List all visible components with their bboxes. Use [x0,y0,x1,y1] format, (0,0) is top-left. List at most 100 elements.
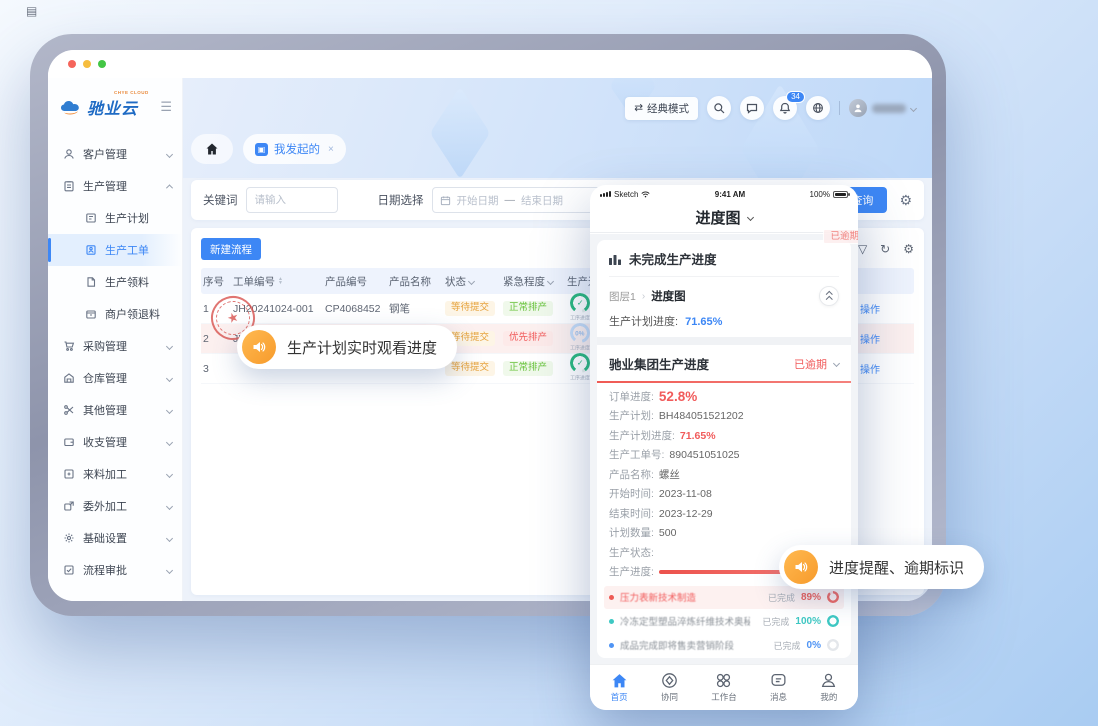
col-header: 工单编号 [233,274,275,289]
done-label: 已完成 [762,615,789,628]
action-more[interactable]: 操作 [860,301,880,316]
detail-value: 500 [659,527,677,539]
nav-workbench[interactable]: 工作台 [711,672,737,703]
sidebar-item-incoming-processing[interactable]: 来料加工 [48,458,182,490]
cell-no: 3 [201,363,231,375]
start-date-placeholder: 开始日期 [457,193,499,208]
nav-messages[interactable]: 消息 [770,672,787,703]
col-header: 产品编号 [323,274,387,289]
chevron-down-icon[interactable] [547,277,554,284]
collapse-all-button[interactable] [819,286,839,306]
nav-home[interactable]: 首页 [611,673,628,703]
close-tab-icon[interactable]: × [328,144,334,155]
home-tab-button[interactable] [191,134,233,164]
breadcrumb-current: 进度图 [651,288,686,304]
user-menu[interactable] [849,99,916,117]
warehouse-icon [62,372,75,385]
classic-mode-button[interactable]: ⇄ 经典模式 [625,97,698,120]
sidebar-item-merchant-return[interactable]: 商户领退料 [48,298,182,330]
sidebar-collapse-icon[interactable]: ☰ [160,99,172,115]
chevron-down-icon [833,360,840,367]
sidebar-item-other[interactable]: 其他管理 [48,394,182,426]
task-row[interactable]: 成品完成即将售卖营销阶段 已完成 0% [604,634,844,657]
sidebar-item-customer[interactable]: 客户管理 [48,138,182,170]
battery-icon [833,191,848,198]
battery-percent: 100% [810,190,830,199]
sidebar-item-label: 来料加工 [83,466,127,482]
breadcrumb-parent[interactable]: 图层1 [609,289,636,304]
sidebar-item-approval[interactable]: 流程审批 [48,554,182,586]
col-header: 状态 [445,274,466,289]
chevron-down-icon [166,502,173,509]
chevron-down-icon[interactable] [746,214,753,221]
new-process-button[interactable]: 新建流程 [201,238,261,260]
window-menu-icon: ▤ [26,4,37,18]
tab-my-initiated[interactable]: ▣ 我发起的 × [243,134,346,164]
detail-value: 52.8% [659,391,697,403]
task-name: 压力表新技术制造 [620,590,696,604]
filter-settings-gear-icon[interactable]: ⚙ [899,192,912,209]
speaker-icon [784,550,818,584]
window-titlebar [48,50,932,78]
task-percent: 100% [795,616,821,627]
phone-body: 未完成生产进度 图层1 › 进度图 生产计划进度: 71.65% 驰业集团生产进… [590,234,858,664]
tab-label: 我发起的 [274,141,320,157]
wifi-icon [641,191,650,198]
sidebar-item-label: 其他管理 [83,402,127,418]
sidebar-item-label: 收支管理 [83,434,127,450]
notifications-button[interactable]: 34 [773,96,797,120]
sidebar-item-warehouse[interactable]: 仓库管理 [48,362,182,394]
nav-profile[interactable]: 我的 [820,672,837,703]
refresh-icon[interactable]: ↻ [880,242,890,256]
bar-chart-icon [609,253,622,265]
sort-icon[interactable]: ▲▼ [278,277,283,285]
detail-label: 订单进度: [609,391,654,403]
done-label: 已完成 [774,639,801,652]
doc-in-icon [62,468,75,481]
sidebar-item-material-issue[interactable]: 生产领料 [48,266,182,298]
brand-tagline: CHYE CLOUD [114,90,149,95]
chevron-down-icon[interactable] [468,277,475,284]
sidebar-item-production[interactable]: 生产管理 [48,170,182,202]
progress-card: 未完成生产进度 图层1 › 进度图 生产计划进度: 71.65% 驰业集团生产进… [597,240,851,658]
group-title: 驰业集团生产进度 [609,354,709,373]
scissors-icon [62,404,75,417]
search-button[interactable] [707,96,731,120]
sidebar-item-label: 基础设置 [83,530,127,546]
close-window-button[interactable] [68,60,76,68]
topbar: ⇄ 经典模式 34 [625,96,916,120]
action-more[interactable]: 操作 [860,361,880,376]
table-settings-gear-icon[interactable]: ⚙ [903,242,914,256]
mobile-preview: Sketch 9:41 AM 100% 进度图 未完成生产进度 图层1 › 进度… [590,185,858,710]
filter-funnel-icon[interactable]: ▽ [858,242,867,256]
phone-title-bar: 进度图 [590,203,858,233]
detail-value: 890451051025 [669,449,739,461]
chevron-down-icon [166,150,173,157]
sidebar-item-settings[interactable]: 基础设置 [48,522,182,554]
sidebar-item-work-order[interactable]: 生产工单 [48,234,182,266]
detail-label: 结束时间: [609,508,654,520]
date-range-picker[interactable]: 开始日期 — 结束日期 [432,187,600,213]
breadcrumb-separator-icon: › [642,291,645,302]
chevron-down-icon [166,438,173,445]
sidebar-item-production-plan[interactable]: 生产计划 [48,202,182,234]
sidebar-item-purchasing[interactable]: 采购管理 [48,330,182,362]
home-icon [611,673,628,689]
nav-collab[interactable]: 协同 [661,672,678,703]
breadcrumb: 图层1 › 进度图 [609,286,839,306]
bell-icon [779,102,791,114]
minimize-window-button[interactable] [83,60,91,68]
messages-button[interactable] [740,96,764,120]
plan-progress-value: 71.65% [685,316,722,328]
sidebar-item-outsourcing[interactable]: 委外加工 [48,490,182,522]
action-more[interactable]: 操作 [860,331,880,346]
sidebar-item-finance[interactable]: 收支管理 [48,426,182,458]
gear-icon [62,532,75,545]
detail-label: 生产计划进度: [609,430,675,442]
group-progress-header[interactable]: 驰业集团生产进度 已逾期 [609,345,839,381]
maximize-window-button[interactable] [98,60,106,68]
keyword-input[interactable] [246,187,338,213]
sidebar-item-label: 商户领退料 [105,306,160,322]
task-row[interactable]: 冷冻定型塑品淬炼纤维技术奥秘 已完成 100% [604,610,844,633]
language-button[interactable] [806,96,830,120]
